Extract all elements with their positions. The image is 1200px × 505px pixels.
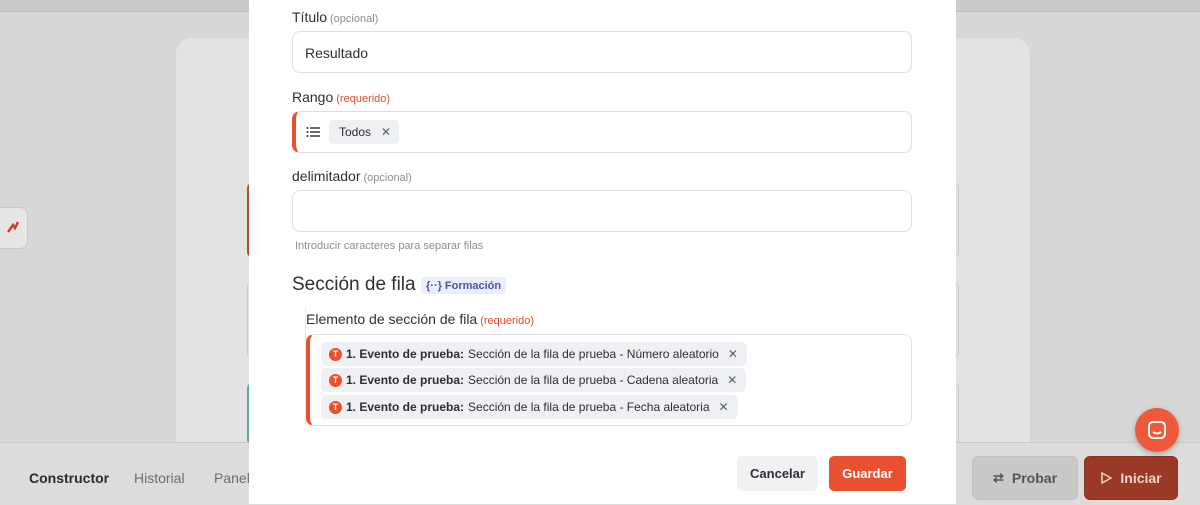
event-text: Sección de la fila de prueba - Número al…	[468, 347, 719, 361]
rango-label-text: Rango	[292, 89, 334, 105]
cancel-button[interactable]: Cancelar	[737, 456, 818, 491]
event-name: 1. Evento de prueba:	[346, 400, 465, 414]
titulo-label-text: Título	[292, 9, 328, 25]
rango-input[interactable]: Todos ✕	[292, 111, 912, 153]
probar-button[interactable]: ⇄ Probar	[972, 456, 1078, 500]
rango-chip-todos[interactable]: Todos ✕	[329, 120, 400, 144]
event-chip-cadena[interactable]: T 1. Evento de prueba: Sección de la fil…	[321, 368, 747, 392]
close-icon[interactable]: ✕	[381, 125, 391, 139]
badge-label: Formación	[444, 279, 502, 292]
event-chip-numero[interactable]: T 1. Evento de prueba: Sección de la fil…	[321, 342, 747, 366]
elemento-label: Elemento de sección de fila (requerido)	[306, 311, 534, 327]
elemento-label-text: Elemento de sección de fila	[306, 311, 478, 327]
tab-constructor[interactable]: Constructor	[29, 470, 109, 486]
delimitador-hint: (opcional)	[363, 172, 412, 184]
titulo-value: Resultado	[305, 45, 369, 61]
rango-label: Rango (requerido)	[292, 89, 390, 105]
logo-icon	[7, 221, 19, 233]
side-toggle-button[interactable]	[0, 207, 28, 249]
event-chip-fecha[interactable]: T 1. Evento de prueba: Sección de la fil…	[321, 395, 738, 419]
delimitador-label: delimitador (opcional)	[292, 168, 412, 184]
event-name: 1. Evento de prueba:	[346, 373, 465, 387]
delimitador-helper-text: Introducir caracteres para separar filas	[295, 240, 484, 252]
iniciar-label: Iniciar	[1120, 470, 1162, 486]
save-button[interactable]: Guardar	[829, 456, 906, 491]
close-icon[interactable]: ✕	[719, 400, 729, 414]
swap-icon: ⇄	[992, 470, 1004, 485]
probar-label: Probar	[1011, 470, 1058, 486]
chip-label: Todos	[339, 125, 372, 139]
list-icon	[306, 127, 320, 137]
event-icon: T	[329, 373, 342, 387]
event-text: Sección de la fila de prueba - Fecha ale…	[468, 400, 710, 414]
play-icon	[1101, 472, 1113, 484]
delimitador-label-text: delimitador	[292, 168, 361, 184]
titulo-label: Título (opcional)	[292, 9, 378, 25]
close-icon[interactable]: ✕	[728, 347, 738, 361]
event-name: 1. Evento de prueba:	[346, 347, 465, 361]
tab-historial[interactable]: Historial	[134, 470, 185, 486]
brackets-icon: {··}	[426, 279, 442, 292]
close-icon[interactable]: ✕	[727, 373, 737, 387]
seccion-title: Sección de fila	[292, 274, 416, 295]
formacion-badge: {··} Formación	[421, 277, 507, 294]
titulo-input[interactable]: Resultado	[292, 31, 912, 73]
tab-panel[interactable]: Panel	[214, 470, 250, 486]
rango-required: (requerido)	[336, 93, 391, 105]
edit-node-modal: Título (opcional) Resultado Rango (requeri…	[249, 0, 956, 504]
chat-support-button[interactable]	[1135, 408, 1179, 452]
elemento-required: (requerido)	[480, 315, 535, 327]
chat-icon	[1148, 421, 1166, 439]
titulo-hint: (opcional)	[330, 13, 379, 25]
event-icon: T	[329, 347, 342, 361]
event-icon: T	[329, 400, 342, 414]
delimitador-input[interactable]	[292, 190, 912, 232]
event-text: Sección de la fila de prueba - Cadena al…	[468, 373, 719, 387]
iniciar-button[interactable]: Iniciar	[1084, 456, 1178, 500]
